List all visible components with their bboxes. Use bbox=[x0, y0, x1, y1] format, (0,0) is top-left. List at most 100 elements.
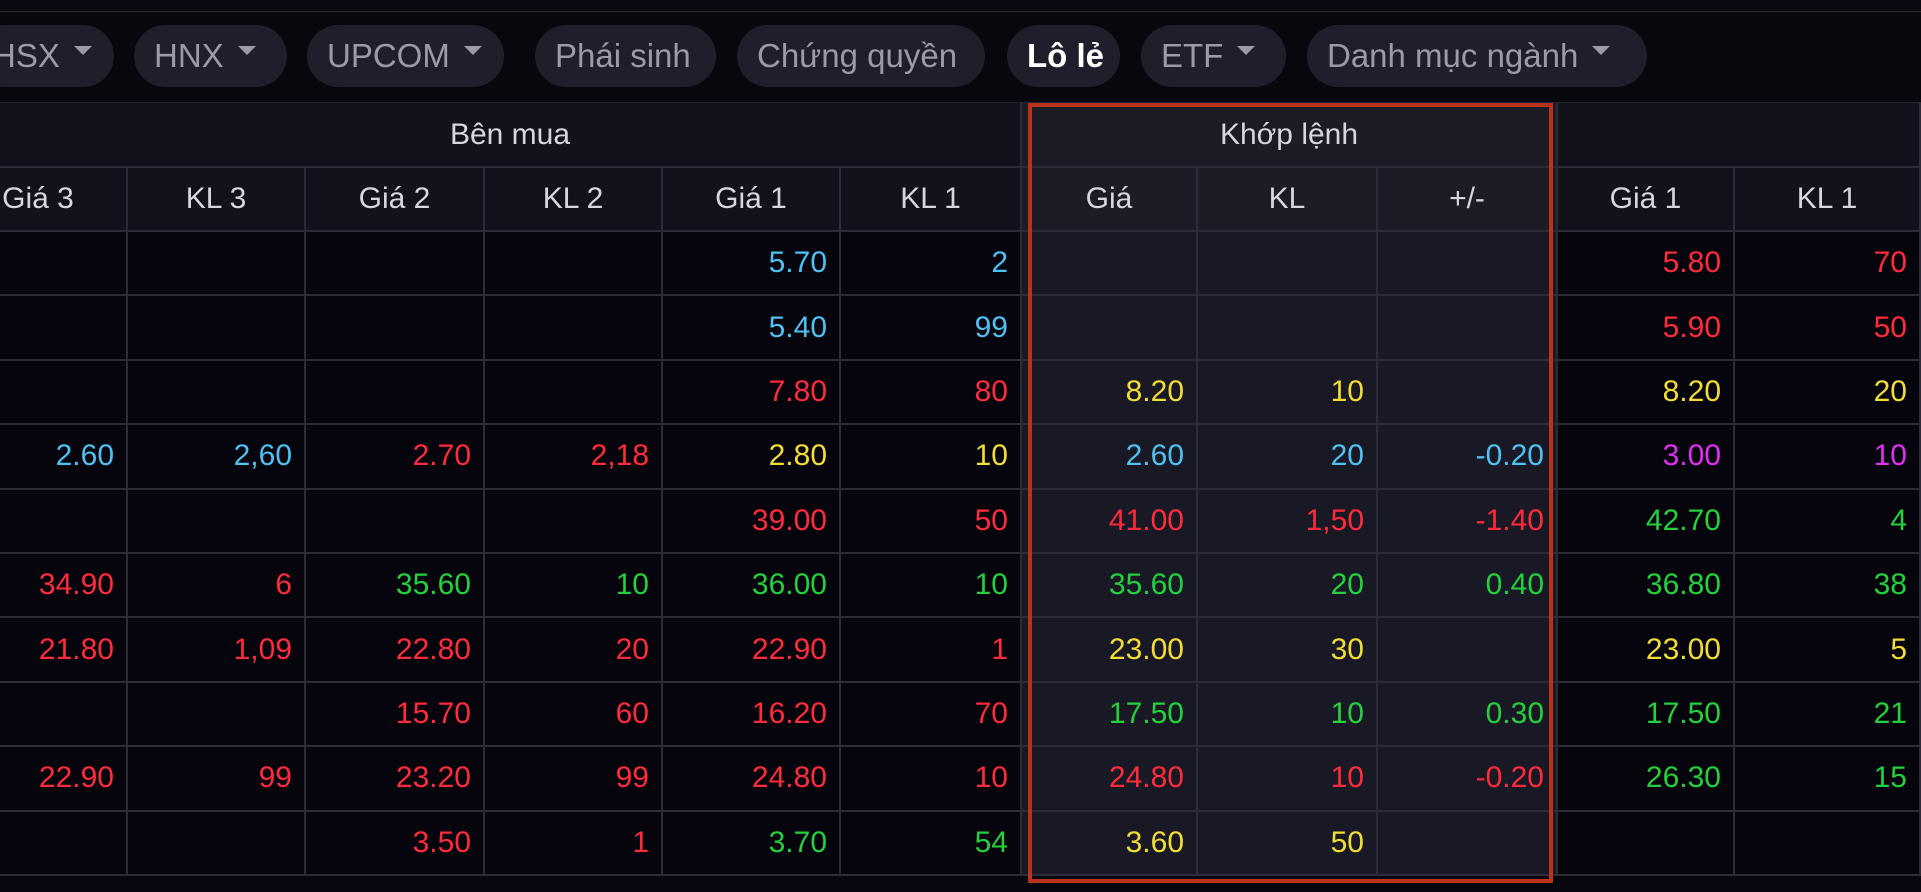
table-cell[interactable]: 1 bbox=[485, 811, 663, 876]
table-cell[interactable] bbox=[128, 682, 306, 748]
table-cell[interactable] bbox=[128, 360, 306, 426]
col-gia-3-header[interactable]: Giá 3 bbox=[0, 168, 128, 232]
table-cell[interactable] bbox=[1378, 232, 1558, 297]
table-cell[interactable] bbox=[1378, 360, 1558, 426]
table-cell[interactable]: -1.40 bbox=[1378, 489, 1558, 554]
table-cell[interactable]: 39.00 bbox=[663, 489, 841, 554]
table-cell[interactable]: 50 bbox=[1198, 811, 1378, 876]
table-cell[interactable] bbox=[485, 489, 663, 554]
table-cell[interactable]: 1,50 bbox=[1198, 489, 1378, 554]
table-cell[interactable] bbox=[306, 489, 485, 554]
table-cell[interactable] bbox=[485, 296, 663, 361]
table-cell[interactable]: 22.80 bbox=[306, 618, 485, 683]
table-cell[interactable]: 24.80 bbox=[1022, 747, 1198, 812]
table-cell[interactable] bbox=[306, 296, 485, 361]
table-cell[interactable]: 22.90 bbox=[663, 618, 841, 683]
table-cell[interactable]: 36.80 bbox=[1558, 554, 1735, 619]
table-cell[interactable]: 1,09 bbox=[128, 618, 306, 683]
table-cell[interactable] bbox=[1198, 296, 1378, 361]
table-cell[interactable]: 50 bbox=[1735, 296, 1921, 361]
table-cell[interactable]: 60 bbox=[485, 682, 663, 748]
table-cell[interactable] bbox=[0, 232, 128, 297]
table-cell[interactable]: 21.80 bbox=[0, 618, 128, 683]
table-cell[interactable]: 26.30 bbox=[1558, 747, 1735, 812]
col-gia-1-header[interactable]: Giá 1 bbox=[663, 168, 841, 232]
table-cell[interactable]: 54 bbox=[841, 811, 1022, 876]
table-cell[interactable]: 10 bbox=[1198, 360, 1378, 426]
table-cell[interactable]: -0.20 bbox=[1378, 747, 1558, 812]
table-cell[interactable]: 34.90 bbox=[0, 554, 128, 619]
table-cell[interactable]: 42.70 bbox=[1558, 489, 1735, 554]
table-cell[interactable]: 99 bbox=[485, 747, 663, 812]
table-cell[interactable]: 0.30 bbox=[1378, 682, 1558, 748]
table-cell[interactable] bbox=[0, 811, 128, 876]
table-cell[interactable]: 17.50 bbox=[1022, 682, 1198, 748]
table-cell[interactable]: 4 bbox=[1735, 489, 1921, 554]
table-cell[interactable]: 35.60 bbox=[306, 554, 485, 619]
table-cell[interactable] bbox=[485, 360, 663, 426]
table-cell[interactable] bbox=[0, 296, 128, 361]
col-kl-ban-1-header[interactable]: KL 1 bbox=[1735, 168, 1921, 232]
table-cell[interactable]: 10 bbox=[841, 554, 1022, 619]
table-cell[interactable] bbox=[128, 232, 306, 297]
col-kl-khop-header[interactable]: KL bbox=[1198, 168, 1378, 232]
table-cell[interactable]: 99 bbox=[128, 747, 306, 812]
table-cell[interactable]: 20 bbox=[1735, 360, 1921, 426]
table-cell[interactable]: 70 bbox=[841, 682, 1022, 748]
table-cell[interactable]: 30 bbox=[1198, 618, 1378, 683]
table-cell[interactable]: 5.40 bbox=[663, 296, 841, 361]
table-cell[interactable]: 80 bbox=[841, 360, 1022, 426]
table-cell[interactable]: 35.60 bbox=[1022, 554, 1198, 619]
table-cell[interactable] bbox=[306, 232, 485, 297]
table-cell[interactable]: 5 bbox=[1735, 618, 1921, 683]
col-kl-2-header[interactable]: KL 2 bbox=[485, 168, 663, 232]
table-cell[interactable] bbox=[1735, 811, 1921, 876]
table-cell[interactable]: 70 bbox=[1735, 232, 1921, 297]
table-cell[interactable]: 3.60 bbox=[1022, 811, 1198, 876]
tab-hsx[interactable]: HSX bbox=[0, 25, 114, 87]
table-cell[interactable]: 23.00 bbox=[1558, 618, 1735, 683]
table-cell[interactable]: 16.20 bbox=[663, 682, 841, 748]
table-cell[interactable]: 5.70 bbox=[663, 232, 841, 297]
table-cell[interactable]: 3.50 bbox=[306, 811, 485, 876]
table-cell[interactable]: 15.70 bbox=[306, 682, 485, 748]
table-cell[interactable]: 2.60 bbox=[0, 425, 128, 490]
table-cell[interactable]: 41.00 bbox=[1022, 489, 1198, 554]
table-cell[interactable]: 2 bbox=[841, 232, 1022, 297]
table-cell[interactable]: 2.60 bbox=[1022, 425, 1198, 490]
tab-etf[interactable]: ETF bbox=[1141, 25, 1286, 87]
table-cell[interactable] bbox=[1558, 811, 1735, 876]
table-cell[interactable] bbox=[0, 360, 128, 426]
tab-danh-muc-nganh[interactable]: Danh mục ngành bbox=[1307, 25, 1647, 87]
table-cell[interactable] bbox=[485, 232, 663, 297]
col-thay-doi-header[interactable]: +/- bbox=[1378, 168, 1558, 232]
tab-lo-le[interactable]: Lô lẻ bbox=[1007, 25, 1120, 87]
table-cell[interactable]: 10 bbox=[841, 425, 1022, 490]
table-cell[interactable] bbox=[1378, 811, 1558, 876]
table-cell[interactable]: 10 bbox=[841, 747, 1022, 812]
table-cell[interactable]: 21 bbox=[1735, 682, 1921, 748]
table-cell[interactable]: 0.40 bbox=[1378, 554, 1558, 619]
table-cell[interactable] bbox=[128, 489, 306, 554]
col-gia-ban-1-header[interactable]: Giá 1 bbox=[1558, 168, 1735, 232]
table-cell[interactable]: 8.20 bbox=[1022, 360, 1198, 426]
table-cell[interactable] bbox=[0, 682, 128, 748]
col-kl-1-header[interactable]: KL 1 bbox=[841, 168, 1022, 232]
col-gia-2-header[interactable]: Giá 2 bbox=[306, 168, 485, 232]
table-cell[interactable]: 7.80 bbox=[663, 360, 841, 426]
table-cell[interactable] bbox=[128, 296, 306, 361]
tab-hnx[interactable]: HNX bbox=[134, 25, 287, 87]
table-cell[interactable] bbox=[306, 360, 485, 426]
tab-upcom[interactable]: UPCOM bbox=[307, 25, 504, 87]
table-cell[interactable]: 36.00 bbox=[663, 554, 841, 619]
table-cell[interactable]: 10 bbox=[485, 554, 663, 619]
tab-phai-sinh[interactable]: Phái sinh bbox=[535, 25, 716, 87]
table-cell[interactable]: 2,18 bbox=[485, 425, 663, 490]
table-cell[interactable]: 10 bbox=[1198, 682, 1378, 748]
table-cell[interactable]: 1 bbox=[841, 618, 1022, 683]
table-cell[interactable]: 38 bbox=[1735, 554, 1921, 619]
col-gia-khop-header[interactable]: Giá bbox=[1022, 168, 1198, 232]
table-cell[interactable] bbox=[1378, 296, 1558, 361]
table-cell[interactable]: 10 bbox=[1735, 425, 1921, 490]
table-cell[interactable] bbox=[1198, 232, 1378, 297]
